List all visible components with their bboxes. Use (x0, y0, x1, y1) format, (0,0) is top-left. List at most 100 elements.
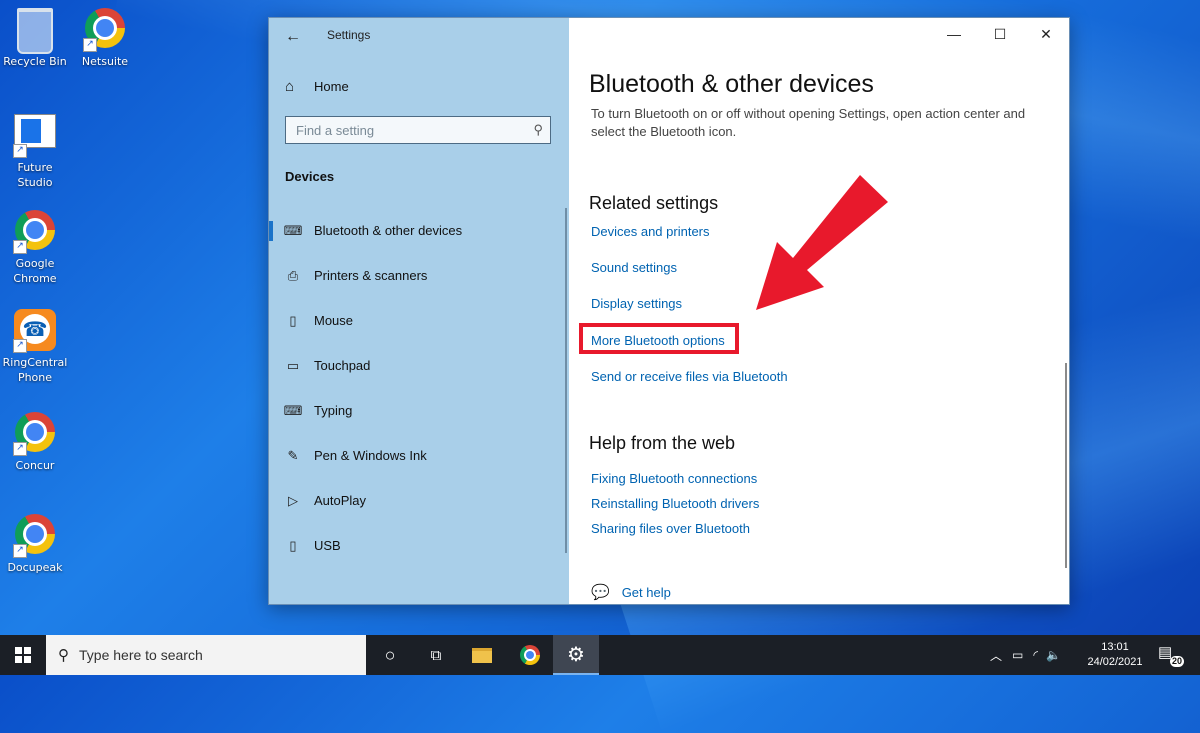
sidebar-item-autoplay[interactable]: ▷ AutoPlay (269, 478, 569, 523)
volume-icon[interactable]: 🔈 (1046, 648, 1061, 662)
desktop-icon-ringcentral-phone[interactable]: ↗ RingCentral Phone (0, 308, 70, 385)
settings-search-box[interactable]: ⚲ (285, 116, 551, 144)
link-reinstalling-bluetooth-drivers[interactable]: Reinstalling Bluetooth drivers (591, 496, 759, 511)
windows-logo-icon (15, 647, 31, 663)
chrome-icon: ↗ (83, 8, 127, 52)
get-help-label: Get help (621, 584, 671, 600)
pen-icon: ✎ (287, 447, 299, 463)
taskbar-search-placeholder: Type here to search (79, 647, 203, 663)
sidebar-home-label: Home (314, 79, 349, 94)
desktop-icon-label: Future Studio (17, 161, 53, 189)
sidebar-nav: ⌨ Bluetooth & other devices ⎙ Printers & sc… (269, 208, 569, 568)
recycle-bin-icon (13, 8, 57, 54)
action-center-button[interactable]: ▤ 20 (1158, 643, 1184, 667)
desktop-icon-label: Docupeak (7, 561, 63, 574)
link-sound-settings[interactable]: Sound settings (591, 260, 677, 275)
link-devices-and-printers[interactable]: Devices and printers (591, 224, 710, 239)
link-send-receive-files-bluetooth[interactable]: Send or receive files via Bluetooth (591, 369, 788, 384)
settings-sidebar: ← Settings ⌂ Home ⚲ Devices ⌨ Bluetooth &… (269, 18, 569, 604)
task-view-icon: ⧉ (430, 646, 442, 664)
desktop-icon-label: Google Chrome (13, 257, 57, 285)
bluetooth-devices-icon: ⌨ (283, 222, 303, 238)
sidebar-home[interactable]: ⌂ Home (285, 78, 349, 95)
battery-icon[interactable]: ▭ (1012, 648, 1023, 662)
keyboard-icon: ⌨ (283, 402, 303, 418)
folder-icon (472, 647, 492, 663)
sidebar-item-printers-scanners[interactable]: ⎙ Printers & scanners (269, 253, 569, 298)
chrome-icon: ↗ (13, 412, 57, 456)
sidebar-item-touchpad[interactable]: ▭ Touchpad (269, 343, 569, 388)
home-icon: ⌂ (285, 78, 295, 95)
touchpad-icon: ▭ (286, 357, 300, 373)
window-title: Settings (327, 28, 371, 42)
usb-icon: ▯ (289, 537, 297, 553)
clock-time: 13:01 (1101, 641, 1129, 653)
desktop-icon-concur[interactable]: ↗ Concur (0, 410, 70, 473)
file-explorer-button[interactable] (459, 635, 505, 675)
sidebar-item-usb[interactable]: ▯ USB (269, 523, 569, 568)
desktop-icon-label: RingCentral Phone (2, 356, 68, 384)
printer-icon: ⎙ (287, 267, 299, 283)
taskbar: ⚲ Type here to search ○ ⧉ ⚙ ︿ ▭ ◜ 🔈 13:0… (0, 635, 1200, 675)
desktop-icon-label: Recycle Bin (3, 55, 67, 68)
minimize-button[interactable]: — (931, 18, 977, 50)
start-button[interactable] (0, 635, 46, 675)
search-icon[interactable]: ⚲ (533, 122, 543, 138)
system-tray: ︿ ▭ ◜ 🔈 (990, 635, 1061, 675)
desktop-icon-label: Netsuite (81, 55, 129, 68)
page-description: To turn Bluetooth on or off without open… (591, 106, 1026, 139)
chrome-taskbar-button[interactable] (507, 635, 553, 675)
sidebar-item-label: USB (314, 538, 341, 553)
get-help-link[interactable]: 💬 Get help (591, 583, 671, 601)
sidebar-item-mouse[interactable]: ▯ Mouse (269, 298, 569, 343)
taskbar-clock[interactable]: 13:01 24/02/2021 (1082, 640, 1148, 670)
sidebar-item-label: Typing (314, 403, 353, 418)
sidebar-item-pen-windows-ink[interactable]: ✎ Pen & Windows Ink (269, 433, 569, 478)
mouse-icon: ▯ (289, 312, 297, 328)
link-fixing-bluetooth-connections[interactable]: Fixing Bluetooth connections (591, 471, 757, 486)
link-sharing-files-over-bluetooth[interactable]: Sharing files over Bluetooth (591, 521, 750, 536)
window-controls: — ☐ ✕ (931, 18, 1069, 50)
settings-taskbar-button[interactable]: ⚙ (553, 635, 599, 675)
link-more-bluetooth-options[interactable]: More Bluetooth options (591, 333, 725, 348)
sidebar-scrollbar[interactable] (565, 208, 567, 553)
desktop-icon-docupeak[interactable]: ↗ Docupeak (0, 512, 70, 575)
clock-date: 24/02/2021 (1087, 656, 1143, 668)
sidebar-item-label: Printers & scanners (314, 268, 428, 283)
gear-icon: ⚙ (567, 643, 585, 666)
sidebar-item-label: Pen & Windows Ink (314, 448, 427, 463)
sidebar-item-label: AutoPlay (314, 493, 367, 508)
autoplay-icon: ▷ (288, 492, 298, 508)
cortana-circle-icon: ○ (384, 644, 396, 665)
desktop-icon-google-chrome[interactable]: ↗ Google Chrome (0, 208, 70, 286)
maximize-button[interactable]: ☐ (977, 18, 1023, 50)
chevron-up-icon[interactable]: ︿ (990, 647, 1002, 664)
desktop-icon-recycle-bin[interactable]: Recycle Bin (0, 6, 70, 69)
chrome-icon: ↗ (13, 514, 57, 558)
wifi-icon[interactable]: ◜ (1033, 648, 1038, 662)
desktop-icon-future-studio[interactable]: ↗ Future Studio (0, 108, 70, 190)
search-icon: ⚲ (58, 647, 69, 664)
settings-search-input[interactable] (286, 117, 526, 143)
sidebar-item-label: Mouse (314, 313, 354, 328)
task-view-button[interactable]: ⧉ (413, 635, 459, 675)
red-arrow-annotation (756, 175, 888, 310)
settings-window: ← Settings ⌂ Home ⚲ Devices ⌨ Bluetooth &… (268, 17, 1070, 605)
chat-help-icon: 💬 (591, 584, 610, 601)
sidebar-item-label: Bluetooth & other devices (314, 223, 463, 238)
cortana-button[interactable]: ○ (367, 635, 413, 675)
desktop-icon-label: Concur (15, 459, 55, 472)
close-button[interactable]: ✕ (1023, 18, 1069, 50)
main-scrollbar[interactable] (1065, 363, 1067, 568)
ringcentral-phone-icon: ↗ (13, 309, 57, 353)
notification-count-badge: 20 (1169, 656, 1184, 667)
sidebar-item-typing[interactable]: ⌨ Typing (269, 388, 569, 433)
help-from-web-heading: Help from the web (589, 433, 736, 453)
chrome-icon (520, 645, 540, 665)
sidebar-item-bluetooth-other-devices[interactable]: ⌨ Bluetooth & other devices (269, 208, 569, 253)
desktop-icon-netsuite[interactable]: ↗ Netsuite (70, 6, 140, 69)
taskbar-search-box[interactable]: ⚲ Type here to search (46, 635, 366, 675)
back-arrow-icon[interactable]: ← (285, 28, 301, 46)
link-display-settings[interactable]: Display settings (591, 296, 682, 311)
page-title: Bluetooth & other devices (589, 70, 874, 98)
